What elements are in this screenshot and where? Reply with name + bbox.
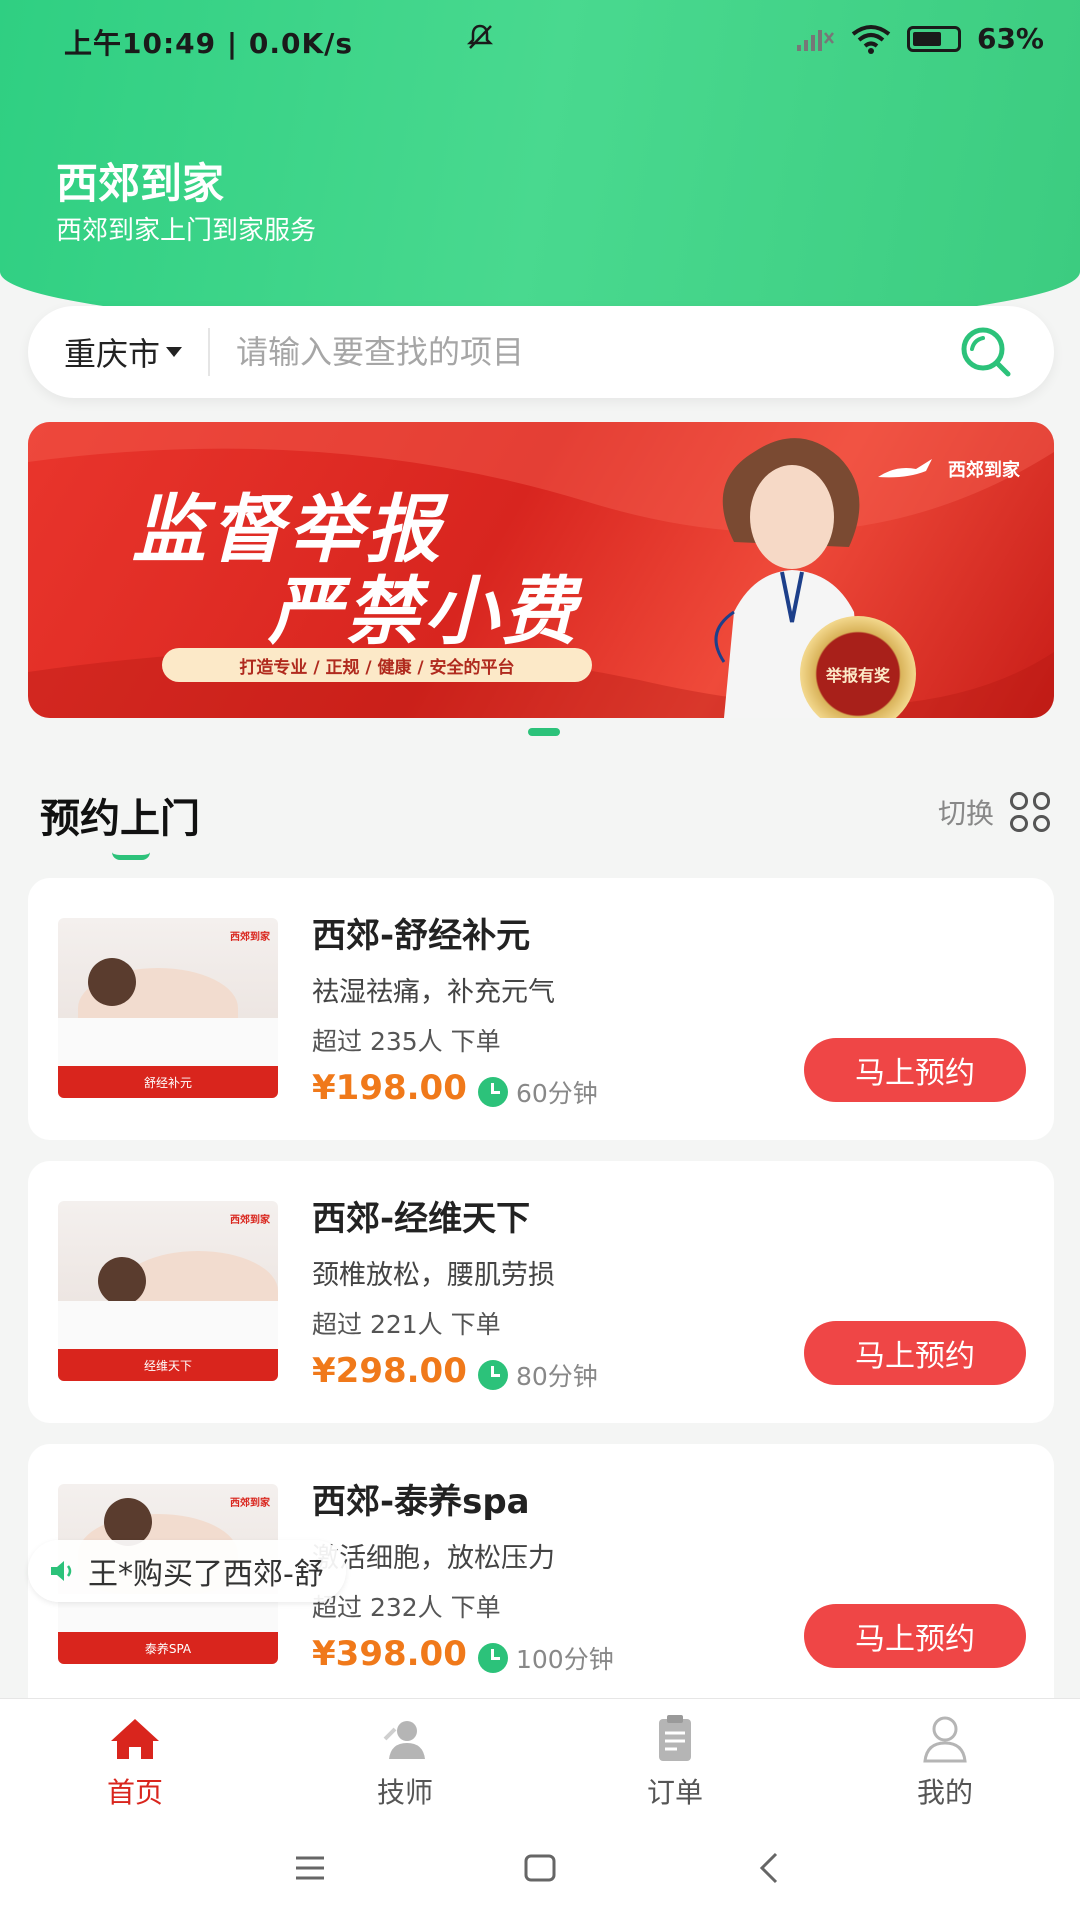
status-icons: 63%	[466, 22, 1044, 55]
tab-orders[interactable]: 订单	[540, 1699, 810, 1816]
tab-home[interactable]: 首页	[0, 1699, 270, 1816]
banner-slogan: 打造专业 / 正规 / 健康 / 安全的平台	[162, 648, 592, 682]
tab-label: 首页	[106, 1776, 163, 1809]
clock-icon	[478, 1643, 508, 1673]
section-title: 预约上门	[40, 796, 200, 842]
service-price: ¥298.00	[312, 1351, 467, 1391]
battery-icon	[906, 25, 961, 52]
image-brand-mark: 西郊到家	[230, 932, 270, 943]
service-description: 颈椎放松，腰肌劳损	[312, 1260, 555, 1291]
service-name: 西郊-舒经补元	[312, 916, 531, 956]
switch-label: 切换	[937, 797, 994, 830]
search-icon[interactable]	[956, 322, 1016, 382]
status-bar: 上午10:49 | 0.0K/s 63%	[0, 0, 1080, 80]
grid-view-icon	[1010, 792, 1050, 832]
service-duration: 80分钟	[478, 1357, 598, 1393]
page-title: 西郊到家	[56, 159, 225, 208]
system-navigation-bar	[0, 1816, 1080, 1920]
service-card[interactable]: 西郊到家 经维天下 西郊-经维天下 颈椎放松，腰肌劳损 超过 221人 下单 ¥…	[28, 1161, 1054, 1423]
notification-text: 王*购买了西郊-舒	[88, 1557, 324, 1592]
tab-label: 订单	[646, 1776, 703, 1809]
book-now-button[interactable]: 马上预约	[804, 1604, 1026, 1668]
service-card[interactable]: 西郊到家 舒经补元 西郊-舒经补元 祛湿祛痛，补充元气 超过 235人 下单 ¥…	[28, 878, 1054, 1140]
service-orders: 超过 235人 下单	[312, 1027, 501, 1056]
tab-profile[interactable]: 我的	[810, 1699, 1080, 1816]
search-bar: 重庆市	[28, 306, 1054, 398]
technician-icon	[383, 1721, 425, 1759]
duration-text: 100分钟	[516, 1645, 614, 1674]
horse-logo-icon	[878, 459, 932, 478]
service-price: ¥198.00	[312, 1068, 467, 1108]
image-caption: 泰养SPA	[58, 1632, 278, 1664]
service-description: 激活细胞，放松压力	[312, 1543, 555, 1574]
duration-text: 60分钟	[516, 1079, 598, 1108]
banner-headline-2: 严禁小费	[268, 569, 580, 655]
mute-icon	[466, 24, 493, 49]
page-subtitle: 西郊到家上门到家服务	[56, 216, 317, 246]
menu-icon[interactable]	[290, 1848, 330, 1888]
profile-icon	[923, 1716, 967, 1763]
banner-brand-name: 西郊到家	[948, 460, 1020, 481]
caret-down-icon	[166, 347, 183, 357]
tab-technician[interactable]: 技师	[270, 1699, 540, 1816]
search-input[interactable]	[236, 333, 956, 371]
banner-brand: 西郊到家	[876, 456, 1020, 482]
signal-icon	[796, 29, 834, 51]
wifi-icon	[851, 24, 891, 54]
promo-banner[interactable]: 监督举报 严禁小费 打造专业 / 正规 / 健康 / 安全的平台 西郊到家 举报…	[28, 422, 1054, 718]
section-title-underline	[112, 852, 150, 860]
purchase-notification: 王*购买了西郊-舒	[28, 1540, 346, 1602]
orders-icon	[659, 1715, 691, 1761]
service-duration: 100分钟	[478, 1640, 614, 1676]
back-icon[interactable]	[750, 1848, 790, 1888]
service-orders: 超过 221人 下单	[312, 1310, 501, 1339]
bottom-tab-bar: 首页 技师 订单 我的	[0, 1698, 1080, 1816]
service-image: 西郊到家 经维天下	[58, 1201, 278, 1381]
service-price: ¥398.00	[312, 1634, 467, 1674]
image-brand-mark: 西郊到家	[230, 1215, 270, 1226]
book-now-button[interactable]: 马上预约	[804, 1321, 1026, 1385]
service-orders: 超过 232人 下单	[312, 1593, 501, 1622]
service-description: 祛湿祛痛，补充元气	[312, 977, 555, 1008]
city-selector[interactable]: 重庆市	[64, 329, 183, 375]
service-name: 西郊-泰养spa	[312, 1482, 530, 1522]
clock-icon	[478, 1360, 508, 1390]
switch-view-button[interactable]: 切换	[938, 792, 1050, 832]
home-icon	[111, 1719, 159, 1759]
service-duration: 60分钟	[478, 1074, 598, 1110]
service-image: 西郊到家 舒经补元	[58, 918, 278, 1098]
service-name: 西郊-经维天下	[312, 1199, 531, 1239]
search-divider	[208, 328, 211, 376]
speaker-icon	[51, 1561, 72, 1581]
carousel-indicator	[528, 728, 560, 736]
tab-label: 我的	[916, 1776, 973, 1809]
battery-percent: 63%	[976, 22, 1044, 55]
duration-text: 80分钟	[516, 1362, 598, 1391]
tab-label: 技师	[376, 1776, 433, 1809]
image-brand-mark: 西郊到家	[230, 1498, 270, 1509]
image-caption: 经维天下	[58, 1349, 278, 1381]
clock-icon	[478, 1077, 508, 1107]
status-time: 上午10:49 | 0.0K/s	[64, 27, 354, 60]
city-label: 重庆市	[64, 335, 161, 373]
image-caption: 舒经补元	[58, 1066, 278, 1098]
book-now-button[interactable]: 马上预约	[804, 1038, 1026, 1102]
home-button-icon[interactable]	[520, 1848, 560, 1888]
